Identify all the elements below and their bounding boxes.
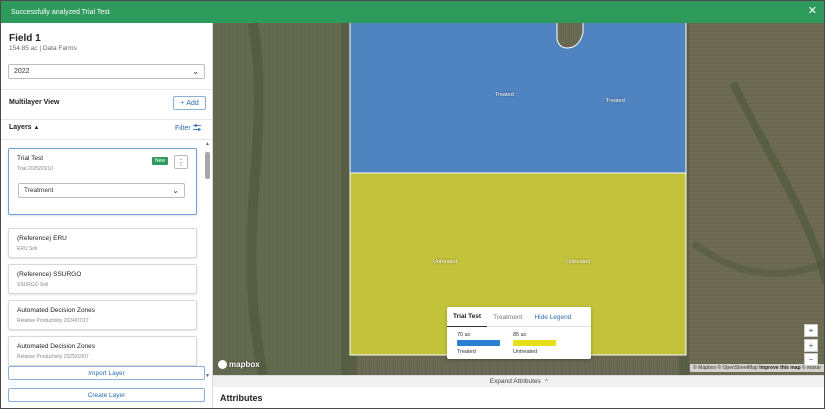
divider <box>1 119 213 120</box>
plot-label-treated: Treated <box>495 92 514 98</box>
create-layer-button[interactable]: Create Layer <box>8 388 205 402</box>
success-toast: Successfully analyzed Trial Test ✕ <box>1 1 824 23</box>
filter-label: Filter <box>175 125 191 132</box>
mapbox-logo[interactable]: mapbox <box>218 360 260 369</box>
chevron-up-icon: ⌃ <box>543 378 550 386</box>
layer-card[interactable]: Automated Decision Zones Relative Produc… <box>8 336 197 366</box>
filter-button[interactable]: Filter <box>175 124 201 132</box>
map-legend: Trial Test Treatment Hide Legend 70 ac T… <box>447 307 591 359</box>
layers-header[interactable]: Layers ▲ <box>9 124 39 131</box>
sliders-icon <box>192 124 201 132</box>
legend-tab-trial-test[interactable]: Trial Test <box>447 307 488 327</box>
scroll-down-icon[interactable]: ▼ <box>205 373 210 379</box>
legend-name: Treated <box>457 349 476 355</box>
expand-attributes-toggle[interactable]: Expand Attributes ⌃ <box>213 375 824 387</box>
layer-title: (Reference) SSURGO <box>17 271 82 278</box>
plot-label-untreated: Untreated <box>433 259 458 265</box>
chevron-down-icon: ⌄ <box>172 186 179 195</box>
plus-icon: + <box>180 99 185 107</box>
divider <box>1 139 213 140</box>
add-label: Add <box>186 99 199 107</box>
plot-label-untreated: Untreated <box>566 259 591 265</box>
layer-subtitle: Relative Productivity 2025/02/07 <box>17 354 89 360</box>
legend-item-treated: 70 ac Treated <box>457 332 501 355</box>
chevron-down-icon: ⌄ <box>192 67 199 76</box>
layer-card[interactable]: (Reference) ERU ERU Soil <box>8 228 197 258</box>
layer-attribute-select[interactable]: Treatment ⌄ <box>18 183 185 198</box>
add-layer-button[interactable]: + Add <box>173 96 206 110</box>
layer-card[interactable]: Automated Decision Zones Relative Produc… <box>8 300 197 330</box>
zoom-in-icon[interactable]: + <box>804 339 818 352</box>
legend-item-untreated: 85 ac Untreated <box>513 332 557 355</box>
layer-subtitle: Trial 2025/03/10 <box>17 166 53 172</box>
layer-panel: Field 1 154.85 ac | Data Farms 2022 ⌄ Mu… <box>1 23 213 408</box>
field-title: Field 1 <box>9 33 41 44</box>
year-select[interactable]: 2022 ⌄ <box>8 64 205 79</box>
legend-tabs: Trial Test Treatment Hide Legend <box>447 307 591 327</box>
zoom-out-icon[interactable]: − <box>804 353 818 366</box>
legend-tab-treatment[interactable]: Treatment <box>487 307 528 327</box>
scroll-thumb[interactable] <box>205 152 210 179</box>
legend-swatch <box>513 340 556 346</box>
sort-up-icon: ▲ <box>33 125 40 131</box>
multilayer-label: Multilayer View <box>9 99 60 106</box>
attribution-text[interactable]: © Mapbox © OpenStreetMap <box>693 365 758 371</box>
layers-label: Layers <box>9 124 32 131</box>
map-view[interactable]: Treated Treated Untreated Untreated Tria… <box>213 23 824 375</box>
layer-subtitle: ERU Soil <box>17 246 38 252</box>
mapbox-icon <box>218 360 227 369</box>
expand-attributes-label: Expand Attributes <box>489 378 541 385</box>
legend-name: Untreated <box>513 349 538 355</box>
hide-legend-button[interactable]: Hide Legend <box>528 307 577 327</box>
new-badge: New <box>152 157 168 165</box>
layer-card-trial-test[interactable]: Trial Test Trial 2025/03/10 New ⋮ Treatm… <box>8 148 197 215</box>
layer-list-scrollbar[interactable]: ▲ ▼ <box>204 141 211 381</box>
layer-subtitle: SSURGO Soil <box>17 282 49 288</box>
legend-acres: 70 ac <box>457 332 471 338</box>
layer-title: Trial Test <box>17 155 44 162</box>
attributes-title: Attributes <box>220 393 263 403</box>
attribute-value: Treatment <box>24 187 54 194</box>
layer-title: Automated Decision Zones <box>17 343 96 350</box>
locate-icon[interactable]: ⌖ <box>804 324 818 337</box>
plot-label-treated: Treated <box>606 98 625 104</box>
mapbox-wordmark: mapbox <box>229 360 260 369</box>
app-frame: Successfully analyzed Trial Test ✕ Field… <box>0 0 825 409</box>
scroll-up-icon[interactable]: ▲ <box>205 141 210 147</box>
layer-subtitle: Relative Productivity 2024/07/17 <box>17 318 89 324</box>
import-layer-button[interactable]: Import Layer <box>8 366 205 380</box>
layer-title: (Reference) ERU <box>17 235 67 242</box>
layer-card[interactable]: (Reference) SSURGO SSURGO Soil <box>8 264 197 294</box>
legend-swatch <box>457 340 500 346</box>
year-value: 2022 <box>14 68 30 75</box>
legend-acres: 85 ac <box>513 332 527 338</box>
close-icon[interactable]: ✕ <box>808 5 817 18</box>
toast-message: Successfully analyzed Trial Test <box>11 8 110 16</box>
more-options-icon[interactable]: ⋮ <box>174 155 188 169</box>
layer-list: Trial Test Trial 2025/03/10 New ⋮ Treatm… <box>1 141 213 381</box>
layer-title: Automated Decision Zones <box>17 307 96 314</box>
field-subtitle: 154.85 ac | Data Farms <box>9 45 77 52</box>
improve-map-link[interactable]: Improve this map <box>759 365 800 371</box>
divider <box>1 89 213 90</box>
